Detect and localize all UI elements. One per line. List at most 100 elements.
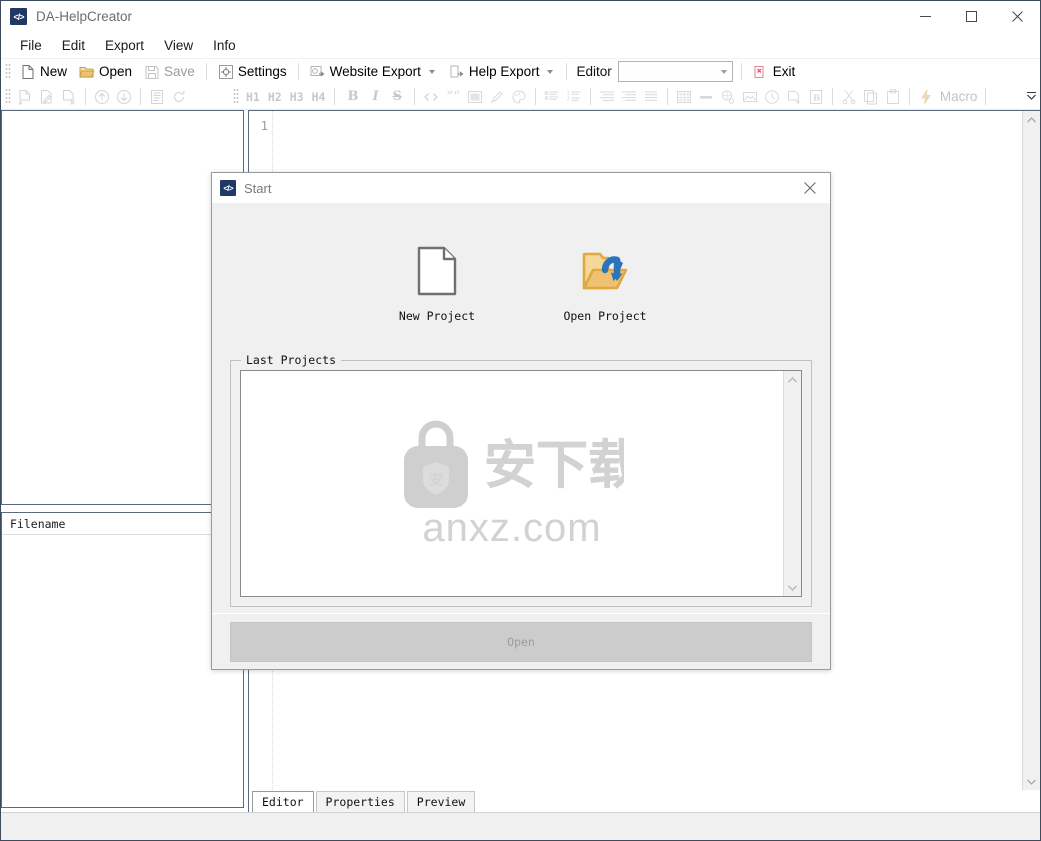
macro-label[interactable]: Macro (937, 89, 981, 104)
exit-label: Exit (772, 64, 796, 79)
quote-icon[interactable]: ““ (442, 87, 464, 107)
menu-edit[interactable]: Edit (52, 35, 95, 56)
svg-text:2: 2 (566, 96, 569, 102)
delete-file-icon[interactable] (58, 87, 80, 107)
open-project-label: Open Project (563, 309, 647, 323)
svg-text:安下载: 安下载 (484, 436, 624, 496)
open-button[interactable]: Open (74, 62, 137, 82)
move-down-icon[interactable] (113, 87, 135, 107)
save-disk-icon (145, 65, 159, 79)
bottom-tabs: Editor Properties Preview (248, 790, 1040, 812)
tab-preview[interactable]: Preview (406, 791, 476, 812)
save-button[interactable]: Save (139, 62, 200, 82)
palette-icon[interactable] (508, 87, 530, 107)
italic-button[interactable]: I (365, 89, 385, 104)
tab-properties[interactable]: Properties (315, 791, 405, 812)
code-icon[interactable] (420, 87, 442, 107)
new-page-icon[interactable] (783, 87, 805, 107)
last-projects-list[interactable]: 安 安下载 anxz.com (240, 370, 802, 597)
scroll-track[interactable] (1023, 128, 1040, 773)
refresh-icon[interactable] (168, 87, 190, 107)
link-icon[interactable] (717, 87, 739, 107)
close-icon[interactable] (994, 1, 1040, 32)
open-project-confirm-button[interactable]: Open (230, 621, 812, 662)
menu-info[interactable]: Info (203, 35, 246, 56)
editor-vertical-scrollbar[interactable] (1022, 111, 1040, 790)
menu-export[interactable]: Export (95, 35, 154, 56)
toolbar-grip[interactable] (5, 63, 11, 80)
toolbar-separator (205, 63, 207, 80)
scroll-down-icon[interactable] (1023, 773, 1040, 790)
add-file-icon[interactable] (14, 87, 36, 107)
indent-icon[interactable] (596, 87, 618, 107)
copy-icon[interactable] (860, 87, 882, 107)
align-right-icon[interactable] (618, 87, 640, 107)
toolbar-overflow-icon[interactable] (1024, 85, 1038, 107)
app-icon: </> (10, 8, 27, 25)
horizontal-rule-icon[interactable] (695, 87, 717, 107)
project-tree-panel[interactable] (1, 110, 244, 505)
heading-2-button[interactable]: H2 (264, 90, 286, 104)
heading-4-button[interactable]: H4 (308, 90, 330, 104)
minimize-icon[interactable] (902, 1, 948, 32)
save-label: Save (164, 64, 195, 79)
scroll-down-icon[interactable] (784, 579, 801, 596)
edit-file-icon[interactable] (36, 87, 58, 107)
application-window: </> DA-HelpCreator File Edit Export View… (0, 0, 1041, 841)
new-document-icon (417, 240, 457, 296)
bullet-list-icon[interactable] (541, 87, 563, 107)
chevron-down-icon[interactable] (428, 69, 435, 74)
scroll-up-icon[interactable] (1023, 111, 1040, 128)
new-button[interactable]: New (15, 62, 72, 82)
menu-view[interactable]: View (154, 35, 203, 56)
paste-icon[interactable] (882, 87, 904, 107)
help-export-button[interactable]: Help Export (444, 62, 561, 82)
chevron-down-icon[interactable] (547, 69, 554, 74)
website-export-button[interactable]: Website Export (305, 62, 442, 82)
open-project-button[interactable]: Open Project (552, 240, 658, 323)
editor-select[interactable] (617, 61, 733, 82)
file-list-header[interactable]: Filename (2, 513, 243, 535)
box-icon[interactable] (464, 87, 486, 107)
new-project-button[interactable]: New Project (384, 240, 490, 323)
table-icon[interactable] (673, 87, 695, 107)
scroll-track[interactable] (784, 388, 801, 579)
list-area[interactable]: 安 安下载 anxz.com (241, 371, 783, 596)
svg-text:““: ““ (446, 89, 460, 105)
settings-button[interactable]: Settings (213, 62, 292, 82)
strikethrough-button[interactable]: S (386, 89, 409, 104)
toolbar-separator (140, 88, 141, 105)
heading-3-button[interactable]: H3 (286, 90, 308, 104)
list-vertical-scrollbar[interactable] (783, 371, 801, 596)
move-up-icon[interactable] (91, 87, 113, 107)
toolbar-separator (413, 88, 415, 105)
page-properties-icon[interactable] (146, 87, 168, 107)
numbered-list-icon[interactable]: 12 (563, 87, 585, 107)
toolbar-separator (297, 63, 299, 80)
justify-icon[interactable] (640, 87, 662, 107)
maximize-icon[interactable] (948, 1, 994, 32)
dialog-close-icon[interactable] (790, 173, 830, 203)
exit-button[interactable]: Exit (748, 62, 801, 82)
bold-button[interactable]: B (340, 89, 365, 104)
bookmark-icon[interactable]: B (805, 87, 827, 107)
new-document-icon (22, 64, 34, 79)
chevron-down-icon[interactable] (720, 69, 727, 74)
toolbar-separator (666, 88, 668, 105)
highlighter-icon[interactable] (486, 87, 508, 107)
tab-editor[interactable]: Editor (252, 791, 314, 812)
dialog-body: New Project Open Project Last Projects 安… (212, 203, 830, 613)
time-icon[interactable] (761, 87, 783, 107)
scroll-up-icon[interactable] (784, 371, 801, 388)
exit-icon (754, 65, 764, 78)
image-icon[interactable] (739, 87, 761, 107)
macro-icon[interactable] (915, 87, 937, 107)
file-list-panel: Filename (1, 512, 244, 808)
heading-1-button[interactable]: H1 (242, 90, 264, 104)
menu-file[interactable]: File (10, 35, 52, 56)
toolbar-grip[interactable] (5, 88, 11, 105)
cut-icon[interactable] (838, 87, 860, 107)
toolbar-grip[interactable] (233, 88, 239, 105)
open-label: Open (99, 64, 133, 79)
toolbar-separator (85, 88, 86, 105)
